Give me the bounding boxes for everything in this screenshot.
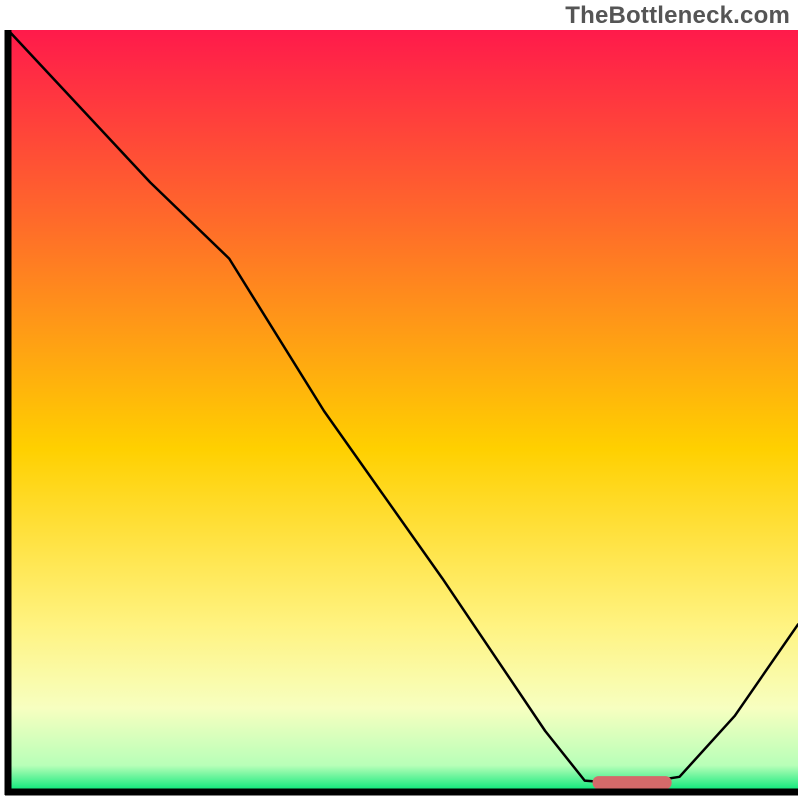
optimal-marker	[593, 776, 672, 789]
gradient-background	[8, 30, 798, 792]
watermark-text: TheBottleneck.com	[565, 2, 790, 30]
bottleneck-chart	[0, 0, 800, 800]
chart-container: TheBottleneck.com	[0, 0, 800, 800]
